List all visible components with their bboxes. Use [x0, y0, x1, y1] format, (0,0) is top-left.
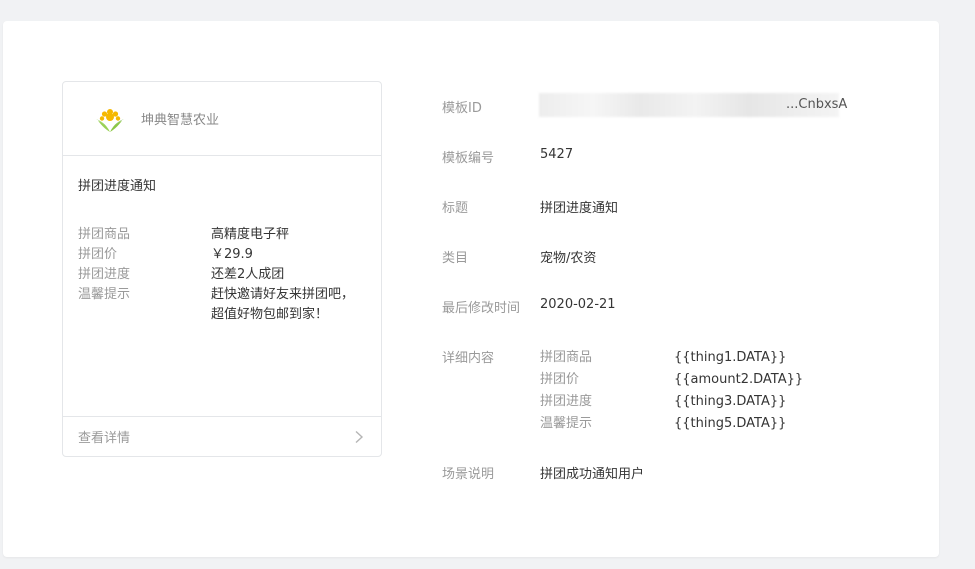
preview-row: 拼团价 ￥29.9	[78, 245, 368, 265]
detail-field-row: 拼团商品 {{thing1.DATA}}	[540, 347, 803, 369]
card-header: 坤典智慧农业	[63, 82, 381, 156]
detail-content-label: 详细内容	[442, 351, 495, 366]
preview-row: 拼团商品 高精度电子秤	[78, 225, 368, 245]
detail-field-row: 温馨提示 {{thing5.DATA}}	[540, 413, 803, 435]
preview-field-label: 拼团价	[78, 247, 118, 262]
detail-field-label: 拼团价	[540, 372, 580, 387]
detail-field-placeholder: {{thing3.DATA}}	[674, 394, 787, 409]
detail-field-label: 拼团进度	[540, 394, 593, 409]
title-label: 标题	[442, 201, 469, 216]
preview-field-value: ￥29.9	[211, 247, 253, 262]
preview-field-value-line: 超值好物包邮到家！	[211, 307, 329, 322]
view-details-label: 查看详情	[78, 431, 131, 446]
last-modified-row: 最后修改时间 2020-02-21	[442, 297, 616, 316]
detail-field-placeholder: {{thing1.DATA}}	[674, 350, 787, 365]
scene-description-label: 场景说明	[442, 467, 495, 482]
message-title: 拼团进度通知	[78, 179, 157, 194]
detail-field-label: 温馨提示	[540, 416, 593, 431]
title-row: 标题 拼团进度通知	[442, 197, 618, 216]
view-details-link[interactable]: 查看详情	[63, 416, 381, 456]
template-id-value: ...CnbxsA	[786, 97, 848, 112]
message-preview-card: 坤典智慧农业 拼团进度通知 拼团商品 高精度电子秤 拼团价 ￥29.9 拼团进度…	[62, 81, 382, 457]
scene-description-value: 拼团成功通知用户	[540, 467, 645, 482]
template-number-row: 模板编号 5427	[442, 147, 573, 166]
preview-row: 温馨提示 赶快邀请好友来拼团吧， 超值好物包邮到家！	[78, 285, 368, 325]
detail-field-placeholder: {{thing5.DATA}}	[674, 416, 787, 431]
detail-field-label: 拼团商品	[540, 350, 593, 365]
category-value: 宠物/农资	[540, 251, 597, 266]
category-label: 类目	[442, 251, 469, 266]
brand-logo-icon	[96, 108, 124, 132]
detail-field-row: 拼团进度 {{thing3.DATA}}	[540, 391, 803, 413]
brand-name: 坤典智慧农业	[141, 113, 220, 128]
detail-fields: 拼团商品 {{thing1.DATA}} 拼团价 {{amount2.DATA}…	[540, 347, 803, 435]
category-row: 类目 宠物/农资	[442, 247, 596, 266]
preview-field-value-line: 赶快邀请好友来拼团吧，	[211, 287, 355, 302]
template-number-value: 5427	[540, 147, 574, 162]
detail-content-row: 详细内容	[442, 347, 540, 366]
template-id-row: 模板ID	[442, 97, 540, 116]
last-modified-label: 最后修改时间	[442, 301, 521, 316]
detail-field-placeholder: {{amount2.DATA}}	[674, 372, 804, 387]
chevron-right-icon	[355, 430, 364, 443]
preview-field-value: 赶快邀请好友来拼团吧， 超值好物包邮到家！	[211, 285, 354, 325]
title-value: 拼团进度通知	[540, 201, 619, 216]
preview-field-label: 温馨提示	[78, 287, 131, 302]
scene-description-row: 场景说明 拼团成功通知用户	[442, 463, 644, 482]
template-number-label: 模板编号	[442, 151, 495, 166]
preview-field-value: 高精度电子秤	[211, 227, 290, 242]
preview-field-label: 拼团进度	[78, 267, 131, 282]
preview-field-label: 拼团商品	[78, 227, 131, 242]
last-modified-value: 2020-02-21	[540, 297, 616, 312]
preview-row: 拼团进度 还差2人成团	[78, 265, 368, 285]
preview-field-value: 还差2人成团	[211, 267, 285, 282]
detail-field-row: 拼团价 {{amount2.DATA}}	[540, 369, 803, 391]
template-id-label: 模板ID	[442, 101, 482, 116]
preview-fields: 拼团商品 高精度电子秤 拼团价 ￥29.9 拼团进度 还差2人成团 温馨提示 赶…	[78, 225, 368, 325]
